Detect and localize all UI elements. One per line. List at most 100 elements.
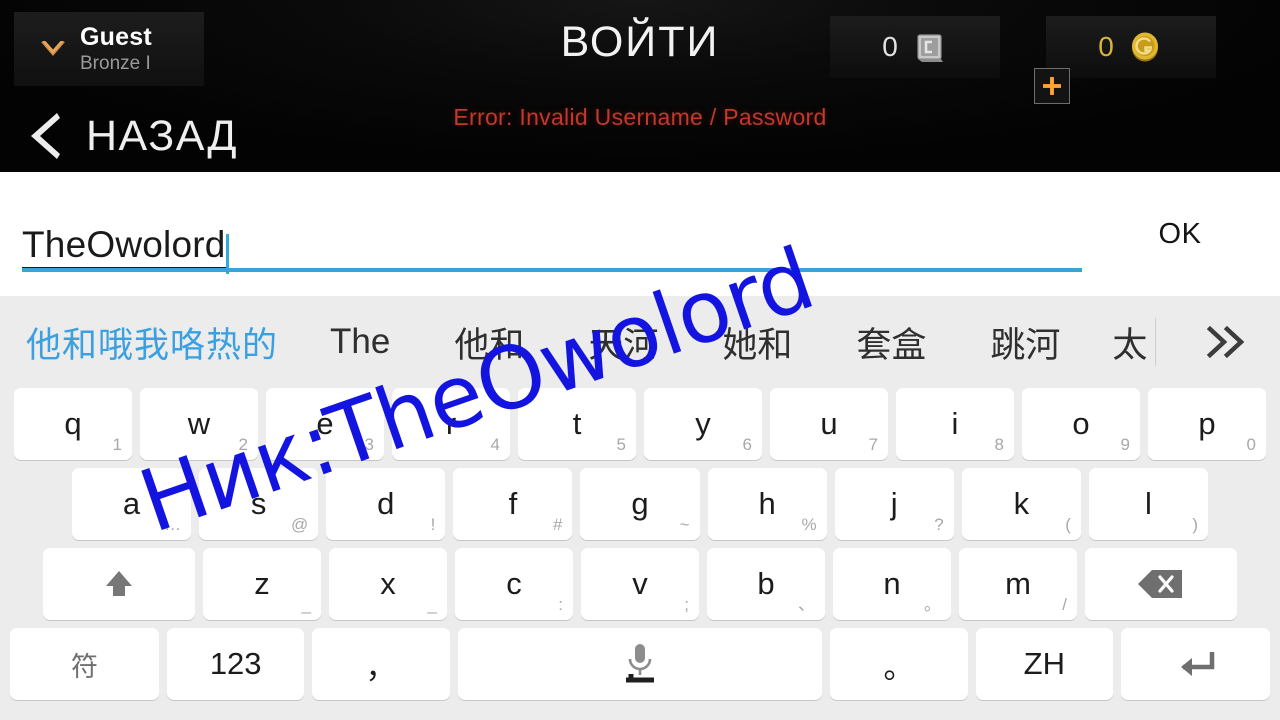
key-label: z bbox=[254, 566, 270, 601]
key-sublabel: @ bbox=[290, 515, 309, 534]
key-label: 符 bbox=[71, 651, 99, 682]
key-k[interactable]: k( bbox=[961, 468, 1081, 540]
key-label: p bbox=[1198, 406, 1216, 441]
key-label: q bbox=[64, 406, 82, 441]
key-x[interactable]: x _ bbox=[329, 548, 447, 620]
silver-credit-icon bbox=[910, 28, 948, 66]
ok-button[interactable]: OK bbox=[1080, 172, 1280, 296]
key-g[interactable]: g ~ bbox=[580, 468, 700, 540]
key-sublabel: ! bbox=[430, 515, 436, 534]
key-d[interactable]: d! bbox=[326, 468, 446, 540]
key-sublabel: ? bbox=[934, 515, 944, 534]
currency-gold[interactable]: 0 bbox=[1046, 16, 1216, 78]
period-key[interactable]: 。 bbox=[830, 628, 968, 700]
key-label: t bbox=[572, 406, 582, 441]
key-label: f bbox=[508, 486, 518, 521]
key-label: u bbox=[820, 406, 838, 441]
key-t[interactable]: t5 bbox=[518, 388, 636, 460]
key-label: y bbox=[695, 406, 711, 441]
game-header: Guest Bronze I ВОЙТИ Error: Invalid User… bbox=[0, 0, 1280, 172]
key-sublabel: 2 bbox=[238, 435, 248, 454]
key-s[interactable]: s @ bbox=[199, 468, 319, 540]
suggestion-item[interactable]: The bbox=[330, 322, 390, 362]
key-label: x bbox=[380, 566, 396, 601]
suggestion-item[interactable]: 套盒 bbox=[856, 317, 926, 368]
suggestion-item[interactable]: 他和 bbox=[454, 317, 524, 368]
space-key[interactable] bbox=[457, 628, 823, 700]
currency-silver-value: 0 bbox=[882, 31, 898, 62]
suggestion-item[interactable]: 跳河 bbox=[990, 317, 1060, 368]
key-i[interactable]: i8 bbox=[896, 388, 1014, 460]
back-button-label: НАЗАД bbox=[86, 111, 238, 160]
username-input[interactable]: TheOwolord bbox=[22, 199, 1080, 274]
key-label: d bbox=[377, 486, 395, 521]
shift-key[interactable] bbox=[43, 548, 195, 620]
key-p[interactable]: p0 bbox=[1148, 388, 1266, 460]
suggestion-item[interactable]: 天河 bbox=[588, 317, 658, 368]
add-currency-button[interactable] bbox=[1034, 68, 1070, 104]
key-n[interactable]: n。 bbox=[833, 548, 951, 620]
suggestion-item[interactable]: 她和 bbox=[722, 317, 792, 368]
key-v[interactable]: v; bbox=[581, 548, 699, 620]
microphone-icon bbox=[618, 640, 662, 688]
currency-gold-value: 0 bbox=[1098, 31, 1114, 62]
key-u[interactable]: u7 bbox=[770, 388, 888, 460]
keyboard-row-3: z _ x _ c: v; b、 n。 m / bbox=[0, 548, 1280, 620]
key-label: a bbox=[122, 486, 141, 521]
key-label: s bbox=[250, 486, 267, 521]
key-y[interactable]: y6 bbox=[644, 388, 762, 460]
backspace-key[interactable] bbox=[1085, 548, 1237, 620]
key-m[interactable]: m / bbox=[959, 548, 1077, 620]
key-sublabel: 0 bbox=[1246, 435, 1256, 454]
currency-silver[interactable]: 0 bbox=[830, 16, 1000, 78]
comma-key[interactable]: ， bbox=[312, 628, 450, 700]
key-sublabel: 5 bbox=[616, 435, 626, 454]
gold-coin-icon bbox=[1126, 28, 1164, 66]
key-label: g bbox=[631, 486, 649, 521]
key-z[interactable]: z _ bbox=[203, 548, 321, 620]
key-sublabel: ( bbox=[1065, 515, 1071, 534]
symbols-key[interactable]: 符 bbox=[10, 628, 160, 700]
keyboard-row-1: q1 w2 e3 r4 t5 y6 u7 i8 o9 p0 bbox=[0, 388, 1280, 460]
numbers-key[interactable]: 123 bbox=[167, 628, 305, 700]
key-label: j bbox=[890, 486, 898, 521]
keyboard-row-2: a… s @ d! f # g ~ h% j? k( l) bbox=[0, 468, 1280, 540]
key-sublabel: # bbox=[552, 515, 563, 534]
chevron-left-icon bbox=[26, 110, 66, 162]
username-input-value: TheOwolord bbox=[22, 224, 226, 269]
enter-key[interactable] bbox=[1120, 628, 1270, 700]
key-label: e bbox=[316, 406, 334, 441]
key-j[interactable]: j? bbox=[834, 468, 954, 540]
key-label: b bbox=[757, 566, 775, 601]
chevron-double-right-icon[interactable] bbox=[1194, 296, 1260, 388]
key-label: c bbox=[506, 566, 522, 601]
key-label: h bbox=[758, 486, 776, 521]
app-screen: Guest Bronze I ВОЙТИ Error: Invalid User… bbox=[0, 0, 1280, 720]
key-f[interactable]: f # bbox=[453, 468, 573, 540]
suggestion-item[interactable]: 他和哦我咯热的 bbox=[26, 317, 278, 368]
key-b[interactable]: b、 bbox=[707, 548, 825, 620]
key-sublabel: : bbox=[558, 595, 563, 614]
key-sublabel: 6 bbox=[742, 435, 752, 454]
key-sublabel: _ bbox=[301, 595, 311, 614]
key-q[interactable]: q1 bbox=[14, 388, 132, 460]
key-label: w bbox=[187, 406, 211, 441]
key-l[interactable]: l) bbox=[1088, 468, 1208, 540]
key-a[interactable]: a… bbox=[72, 468, 192, 540]
key-sublabel: 。 bbox=[924, 595, 941, 614]
key-h[interactable]: h% bbox=[707, 468, 827, 540]
keyboard-row-4: 符 123 ， 。 ZH bbox=[0, 628, 1280, 700]
key-r[interactable]: r4 bbox=[392, 388, 510, 460]
key-o[interactable]: o9 bbox=[1022, 388, 1140, 460]
key-c[interactable]: c: bbox=[455, 548, 573, 620]
language-key[interactable]: ZH bbox=[975, 628, 1113, 700]
key-label: 。 bbox=[883, 649, 915, 685]
suggestion-item[interactable]: 太 bbox=[1112, 317, 1147, 368]
back-button[interactable]: НАЗАД bbox=[0, 100, 420, 172]
key-label: m bbox=[1005, 566, 1031, 601]
key-label: v bbox=[632, 566, 648, 601]
key-e[interactable]: e3 bbox=[266, 388, 384, 460]
key-sublabel: 8 bbox=[994, 435, 1004, 454]
key-w[interactable]: w2 bbox=[140, 388, 258, 460]
key-sublabel: 3 bbox=[364, 435, 374, 454]
